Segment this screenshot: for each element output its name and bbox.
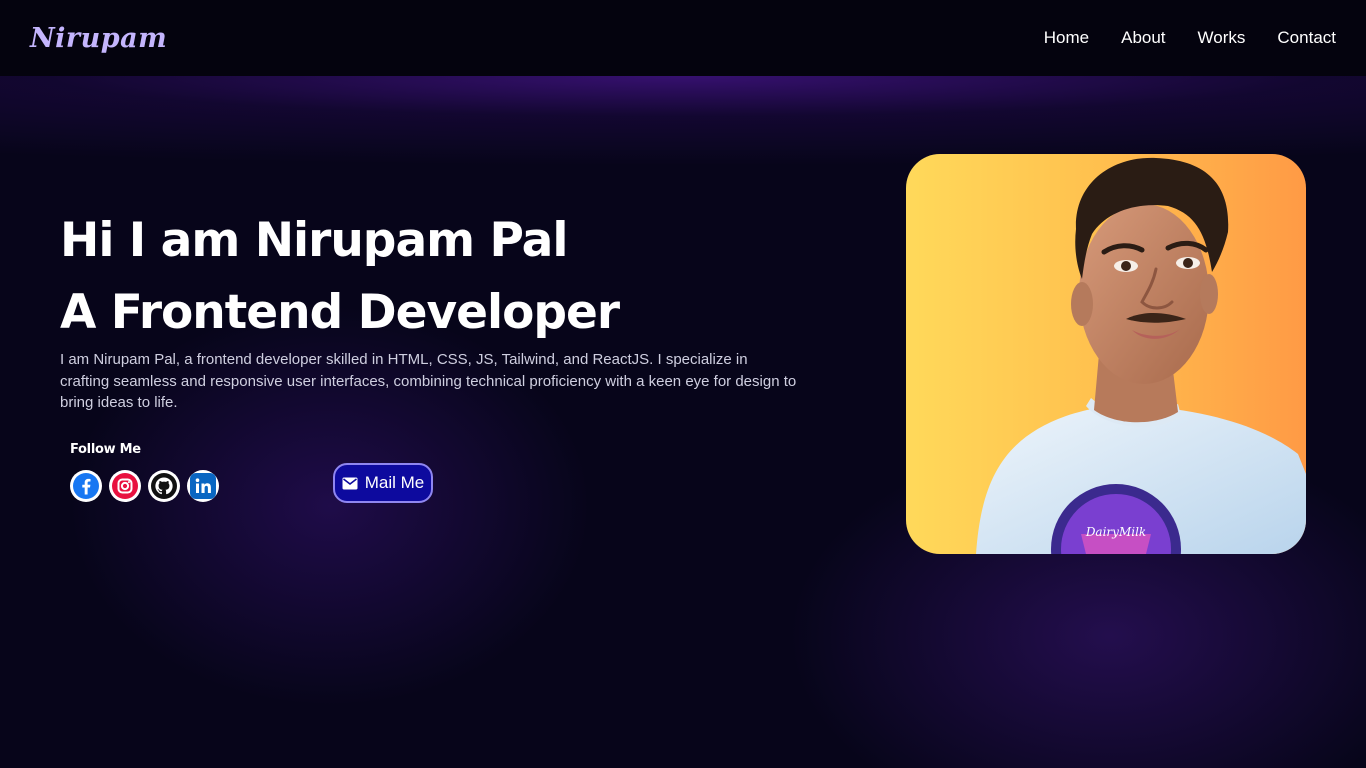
linkedin-link[interactable] (187, 470, 219, 502)
hero-description: I am Nirupam Pal, a frontend developer s… (60, 351, 797, 411)
hero-section: Hi I am Nirupam Pal A Frontend Developer… (60, 205, 820, 414)
nav-item-works: Works (1198, 28, 1246, 48)
instagram-link[interactable] (109, 470, 141, 502)
github-icon (151, 473, 177, 499)
page: Nirupam Home About Works Contact Hi I am… (0, 0, 1366, 768)
logo[interactable]: Nirupam (30, 23, 167, 54)
mail-icon (342, 477, 358, 489)
nav-item-about: About (1121, 28, 1165, 48)
linkedin-icon (190, 473, 216, 499)
profile-photo: DairyMilk (906, 154, 1306, 554)
profile-photo-illustration: DairyMilk (976, 157, 1306, 554)
social-links (70, 470, 219, 502)
shirt-badge-text: DairyMilk (1085, 525, 1146, 539)
hero-greeting: Hi I am Nirupam Pal (60, 213, 569, 268)
nav-item-contact: Contact (1277, 28, 1336, 48)
github-link[interactable] (148, 470, 180, 502)
follow-title: Follow Me (70, 442, 141, 457)
nav-item-home: Home (1044, 28, 1089, 48)
nav-links: Home About Works Contact (1044, 28, 1336, 48)
facebook-link[interactable] (70, 470, 102, 502)
hero-role: A Frontend Developer (60, 285, 620, 340)
nav-link-works[interactable]: Works (1198, 28, 1246, 47)
mail-me-button[interactable]: Mail Me (333, 463, 433, 503)
instagram-icon (112, 473, 138, 499)
mail-me-label: Mail Me (364, 473, 425, 492)
follow-section: Follow Me (70, 442, 219, 502)
facebook-icon (73, 473, 99, 499)
nav-link-about[interactable]: About (1121, 28, 1165, 47)
nav-link-contact[interactable]: Contact (1277, 28, 1336, 47)
nav-link-home[interactable]: Home (1044, 28, 1089, 47)
navbar: Nirupam Home About Works Contact (0, 0, 1366, 76)
